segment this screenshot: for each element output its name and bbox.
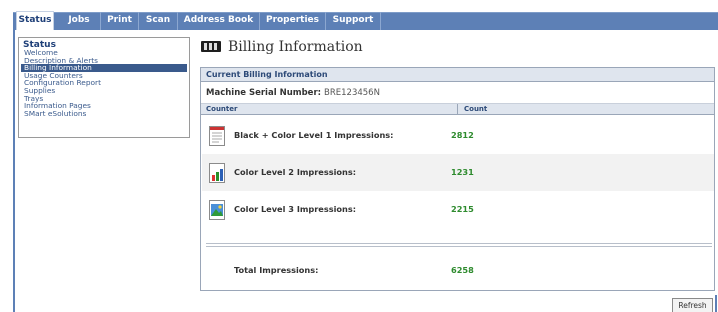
tab-address-book[interactable]: Address Book [178,12,260,30]
counter-value: 2215 [451,204,474,214]
document-icon [209,126,225,146]
bar-chart-icon [209,163,225,183]
tab-support[interactable]: Support [326,12,381,30]
table-row: Color Level 2 Impressions: 1231 [202,154,714,191]
table-header: Counter Count [201,104,714,115]
billing-icon [201,41,221,52]
counter-label: Black + Color Level 1 Impressions: [234,130,394,140]
divider [206,243,712,244]
total-row: Total Impressions: 6258 [202,252,714,289]
tab-jobs[interactable]: Jobs [58,12,101,30]
table-row: Black + Color Level 1 Impressions: 2812 [202,117,714,154]
top-navigation: Status Jobs Print Scan Address Book Prop… [0,0,718,30]
sidebar: Status Welcome Description & Alerts Bill… [18,37,190,138]
tab-scan[interactable]: Scan [139,12,178,30]
counter-value: 2812 [451,130,474,140]
total-value: 6258 [451,265,474,275]
left-border [13,30,15,312]
image-icon [209,200,225,220]
counter-label: Color Level 3 Impressions: [234,204,357,214]
refresh-button[interactable]: Refresh [672,298,713,312]
table-row: Color Level 3 Impressions: 2215 [202,191,714,228]
tab-properties[interactable]: Properties [260,12,326,30]
serial-label: Machine Serial Number: [206,88,322,98]
page-title: Billing Information [228,39,363,55]
tab-status[interactable]: Status [16,11,54,30]
billing-panel: Current Billing Information Machine Seri… [200,67,715,291]
column-header-counter: Counter [206,105,238,113]
serial-number-row: Machine Serial Number: BRE123456N [201,82,714,104]
column-header-count: Count [457,104,487,114]
total-label: Total Impressions: [234,265,319,275]
sidebar-item-smart-esolutions[interactable]: SMart eSolutions [19,110,189,118]
tab-print[interactable]: Print [101,12,139,30]
divider [206,246,712,247]
counter-value: 1231 [451,167,474,177]
serial-value: BRE123456N [324,88,380,98]
counter-label: Color Level 2 Impressions: [234,167,357,177]
sidebar-item-supplies[interactable]: Supplies [19,87,189,95]
panel-title: Current Billing Information [201,68,714,82]
right-border [715,295,717,312]
